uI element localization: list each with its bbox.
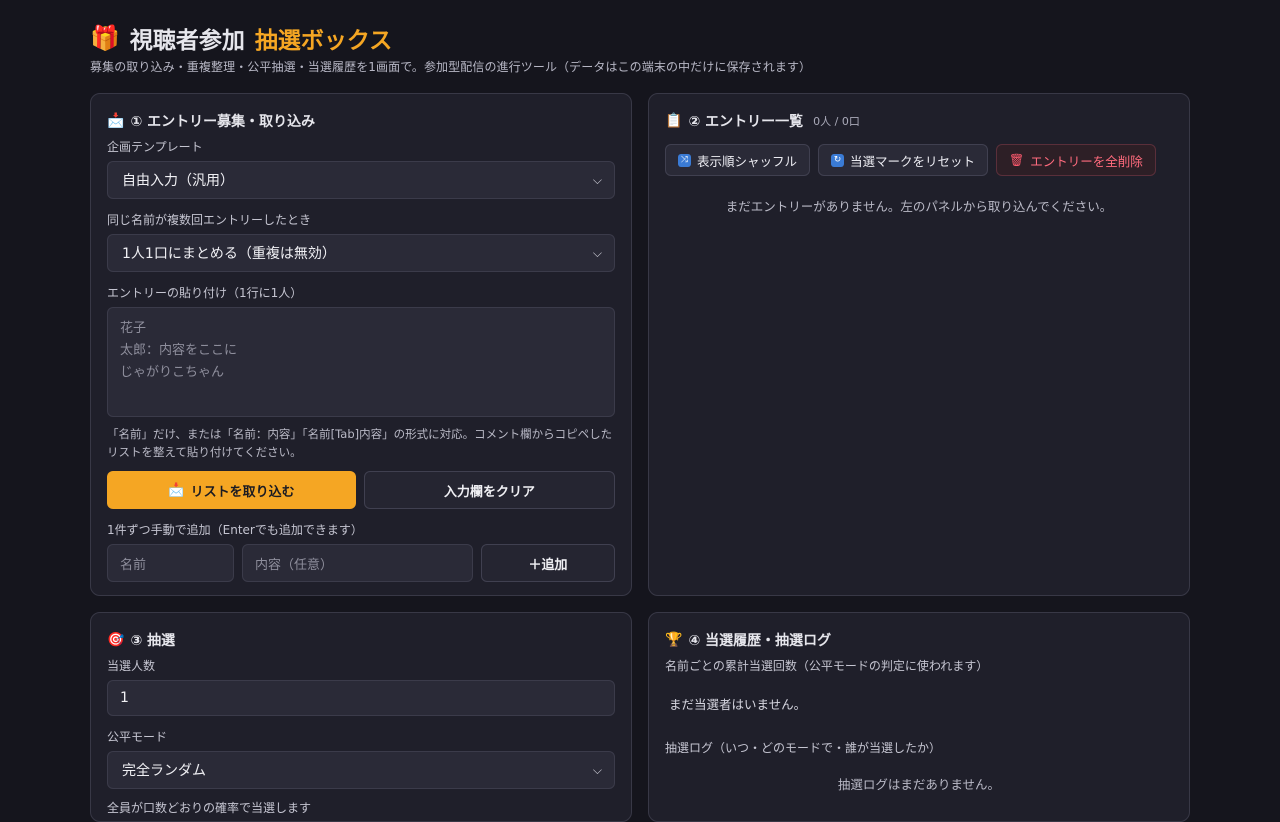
- template-select-value: 自由入力（汎用）: [122, 173, 234, 189]
- reset-marks-label: 当選マークをリセット: [850, 153, 976, 169]
- entry-count: 0人 / 0口: [813, 115, 860, 128]
- placeholder-line: 花子: [120, 321, 147, 336]
- mode-label: 公平モード: [107, 730, 168, 744]
- delete-all-button[interactable]: 🗑 エントリーを全削除: [996, 144, 1156, 176]
- draw-panel-title-text: ③ 抽選: [130, 633, 176, 649]
- clipboard-icon: 📋: [665, 113, 683, 129]
- inbox-icon: 📩: [107, 113, 125, 129]
- entry-list-empty: まだエントリーがありません。左のパネルから取り込んでください。: [725, 199, 1113, 214]
- history-panel: 🏆 ④ 当選履歴・抽選ログ 名前ごとの累計当選回数（公平モードの判定に使われます…: [648, 612, 1190, 822]
- shuffle-icon: ⤨: [678, 153, 691, 167]
- mode-select[interactable]: 完全ランダム ⌵: [107, 751, 615, 789]
- winners-input[interactable]: 1: [107, 680, 615, 716]
- clear-input-button[interactable]: 入力欄をクリア: [364, 471, 615, 509]
- page-subtitle: 募集の取り込み・重複整理・公平抽選・当選履歴を1画面で。参加型配信の進行ツール（…: [90, 60, 812, 74]
- draw-panel: 🎯 ③ 抽選 当選人数 1 公平モード 完全ランダム ⌵ 全員が口数どおりの確率…: [90, 612, 632, 822]
- log-empty: 抽選ログはまだありません。: [837, 777, 1001, 792]
- entry-panel-title-text: ① エントリー募集・取り込み: [130, 114, 316, 130]
- refresh-icon: ↻: [831, 153, 845, 167]
- chevron-down-icon: ⌵: [592, 172, 602, 187]
- title-accent: 抽選ボックス: [254, 28, 393, 54]
- add-entry-button[interactable]: ＋追加: [481, 544, 615, 582]
- trophy-icon: 🏆: [665, 632, 683, 648]
- mode-note: 全員が口数どおりの確率で当選します: [107, 801, 312, 815]
- dup-label: 同じ名前が複数回エントリーしたとき: [107, 213, 312, 227]
- title-main: 視聴者参加: [129, 28, 245, 54]
- dup-select-value: 1人1口にまとめる（重複は無効）: [122, 246, 336, 262]
- import-list-label: リストを取り込む: [190, 484, 295, 500]
- template-label: 企画テンプレート: [107, 140, 203, 154]
- entry-panel: 📩 ① エントリー募集・取り込み 企画テンプレート 自由入力（汎用） ⌵ 同じ名…: [90, 93, 632, 596]
- placeholder-line: 太郎：内容をここに: [120, 343, 238, 358]
- target-icon: 🎯: [107, 632, 125, 648]
- page-title: 🎁 視聴者参加 抽選ボックス: [90, 18, 811, 58]
- content-input[interactable]: 内容（任意）: [242, 544, 473, 582]
- chevron-down-icon: ⌵: [592, 245, 602, 260]
- shuffle-button[interactable]: ⤨ 表示順シャッフル: [665, 144, 811, 176]
- delete-all-label: エントリーを全削除: [1030, 153, 1143, 169]
- paste-textarea[interactable]: 花子 太郎：内容をここに じゃがりこちゃん: [107, 307, 615, 417]
- entry-list-title: 📋 ② エントリー一覧 0人 / 0口: [665, 110, 1173, 132]
- winners-label: 当選人数: [107, 659, 156, 673]
- mode-select-value: 完全ランダム: [122, 763, 206, 779]
- tally-empty: まだ当選者はいません。: [669, 697, 807, 712]
- gift-icon: 🎁: [90, 24, 120, 52]
- history-panel-title: 🏆 ④ 当選履歴・抽選ログ: [665, 629, 1173, 651]
- placeholder-line: じゃがりこちゃん: [120, 365, 225, 380]
- inbox-icon: 📩: [168, 482, 185, 498]
- chevron-down-icon: ⌵: [592, 762, 602, 777]
- entry-list-title-text: ② エントリー一覧: [688, 114, 804, 130]
- dup-select[interactable]: 1人1口にまとめる（重複は無効） ⌵: [107, 234, 615, 272]
- entry-list-panel: 📋 ② エントリー一覧 0人 / 0口 ⤨ 表示順シャッフル ↻ 当選マークをリ…: [648, 93, 1190, 596]
- import-list-button[interactable]: 📩 リストを取り込む: [107, 471, 356, 509]
- log-label: 抽選ログ（いつ・どのモードで・誰が当選したか）: [665, 741, 942, 755]
- manual-label: 1件ずつ手動で追加（Enterでも追加できます）: [107, 523, 363, 537]
- reset-marks-button[interactable]: ↻ 当選マークをリセット: [818, 144, 989, 176]
- draw-panel-title: 🎯 ③ 抽選: [107, 629, 615, 651]
- name-input[interactable]: 名前: [107, 544, 234, 582]
- paste-hint: 「名前」だけ、または「名前：内容」「名前[Tab]内容」の形式に対応。コメント欄…: [107, 427, 613, 459]
- page-header: 🎁 視聴者参加 抽選ボックス 募集の取り込み・重複整理・公平抽選・当選履歴を1画…: [90, 18, 811, 75]
- trash-icon: 🗑: [1009, 153, 1025, 167]
- template-select[interactable]: 自由入力（汎用） ⌵: [107, 161, 615, 199]
- history-panel-title-text: ④ 当選履歴・抽選ログ: [688, 633, 832, 649]
- paste-label: エントリーの貼り付け（1行に1人）: [107, 286, 303, 300]
- entry-panel-title: 📩 ① エントリー募集・取り込み: [107, 110, 615, 132]
- tally-label: 名前ごとの累計当選回数（公平モードの判定に使われます）: [665, 659, 989, 673]
- shuffle-label: 表示順シャッフル: [697, 153, 798, 169]
